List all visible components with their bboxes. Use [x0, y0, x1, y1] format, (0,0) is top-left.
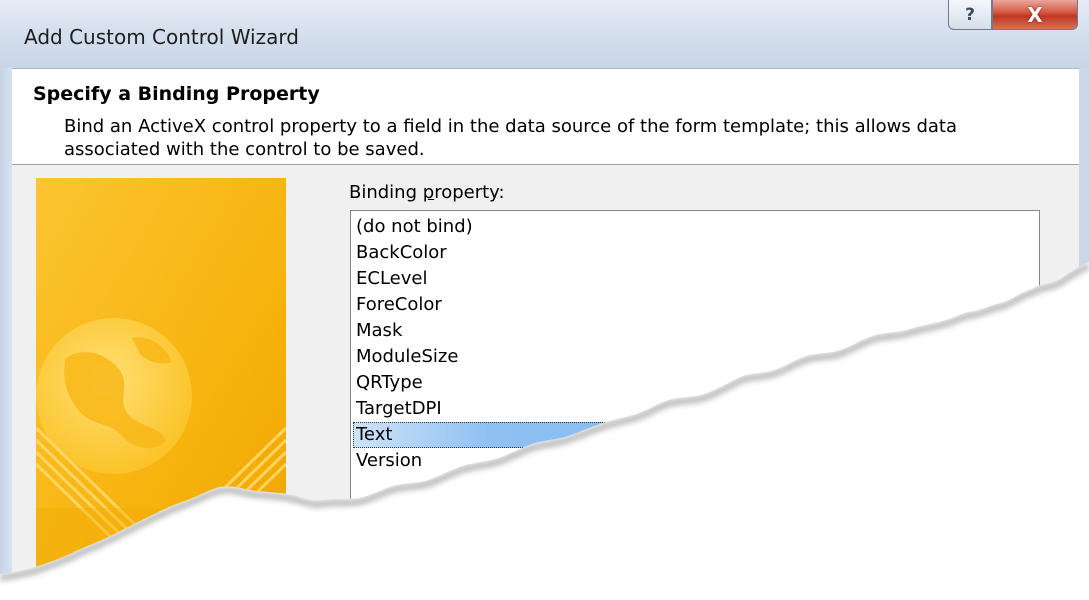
binding-property-label: Binding property: [349, 182, 505, 203]
step-title: Specify a Binding Property [33, 83, 320, 105]
binding-label-suffix: roperty: [434, 182, 505, 203]
title-bar: Add Custom Control Wizard ? X [0, 0, 1089, 68]
list-item[interactable]: ForeColor [353, 292, 1037, 318]
binding-label-prefix: Binding [349, 182, 423, 203]
help-button[interactable]: ? [948, 0, 992, 30]
window-frame-left [0, 68, 12, 599]
window-title: Add Custom Control Wizard [24, 25, 299, 49]
list-item[interactable]: BackColor [353, 240, 1037, 266]
list-item[interactable]: ECLevel [353, 266, 1037, 292]
close-button[interactable]: X [992, 0, 1078, 30]
list-item[interactable]: (do not bind) [353, 214, 1037, 240]
help-icon: ? [965, 4, 975, 25]
close-icon: X [1027, 2, 1043, 27]
binding-label-accelerator: p [422, 182, 435, 203]
step-description: Bind an ActiveX control property to a fi… [64, 116, 957, 160]
wizard-header: Specify a Binding Property Bind an Activ… [12, 69, 1079, 165]
